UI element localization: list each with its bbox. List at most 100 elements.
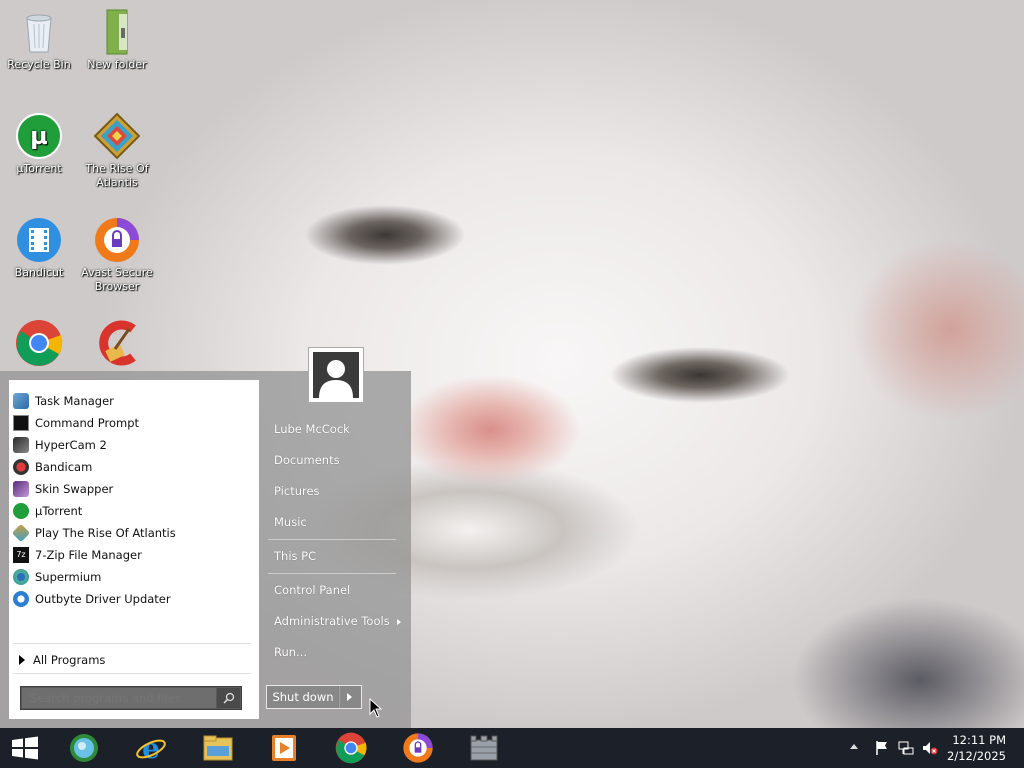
mouse-cursor-icon [369, 698, 383, 718]
program-item-rise-of-atlantis[interactable]: Play The Rise Of Atlantis [9, 522, 255, 544]
search-icon [223, 692, 234, 704]
taskbar: e 12:11 PM 2/12/2025 [0, 728, 1024, 768]
taskbar-file-explorer[interactable] [190, 728, 246, 768]
program-item-label: Bandicam [35, 460, 93, 474]
file-explorer-icon [203, 735, 233, 761]
program-item-label: Task Manager [35, 394, 114, 408]
separator [268, 539, 396, 540]
program-item-label: Skin Swapper [35, 482, 114, 496]
this-pc-link[interactable]: This PC [274, 549, 316, 563]
utorrent-icon [13, 503, 29, 519]
ccleaner-icon [93, 319, 141, 367]
folder-icon [93, 8, 141, 56]
program-item-hypercam[interactable]: HyperCam 2 [9, 434, 255, 456]
program-list: Task Manager Command Prompt HyperCam 2 B… [9, 390, 255, 610]
command-prompt-icon [13, 415, 29, 431]
desktop-icon-ccleaner[interactable] [78, 319, 156, 369]
atlantis-game-icon [93, 112, 141, 160]
chrome-icon [15, 319, 63, 367]
outbyte-icon [13, 591, 29, 607]
media-player-icon [70, 734, 98, 762]
desktop-icon-label: The Rise Of Atlantis [85, 162, 149, 189]
start-menu-programs-pane: Task Manager Command Prompt HyperCam 2 B… [9, 380, 259, 719]
volume-muted-icon[interactable] [922, 740, 938, 756]
shutdown-options-button[interactable] [338, 685, 362, 709]
user-silhouette-icon [313, 352, 359, 398]
documents-link[interactable]: Documents [274, 453, 340, 467]
music-link[interactable]: Music [274, 515, 307, 529]
castle-game-icon [470, 735, 498, 761]
separator [13, 643, 251, 644]
system-clock[interactable]: 12:11 PM 2/12/2025 [947, 732, 1006, 764]
action-center-flag-icon[interactable] [874, 740, 890, 756]
separator [268, 573, 396, 574]
all-programs-button[interactable]: All Programs [19, 653, 105, 667]
program-item-skin-swapper[interactable]: Skin Swapper [9, 478, 255, 500]
program-item-label: Outbyte Driver Updater [35, 592, 171, 606]
desktop-icon-recycle-bin[interactable]: Recycle Bin [0, 8, 78, 72]
utorrent-icon: µ [15, 112, 63, 160]
bandicam-icon [13, 459, 29, 475]
desktop-icon-label: µTorrent [16, 162, 62, 175]
program-item-supermium[interactable]: Supermium [9, 566, 255, 588]
taskbar-media-player[interactable] [56, 728, 112, 768]
chevron-right-icon [397, 618, 402, 625]
program-item-task-manager[interactable]: Task Manager [9, 390, 255, 412]
all-programs-label: All Programs [33, 653, 106, 667]
desktop-icon-bandicut[interactable]: Bandicut [0, 216, 78, 280]
desktop-icon-new-folder[interactable]: New folder [78, 8, 156, 72]
pictures-link[interactable]: Pictures [274, 484, 320, 498]
taskbar-internet-explorer[interactable]: e [123, 728, 179, 768]
internet-explorer-icon: e [136, 732, 166, 764]
program-item-label: HyperCam 2 [35, 438, 107, 452]
desktop-icon-label: Avast Secure Browser [81, 266, 153, 293]
user-name-link[interactable]: Lube McCock [274, 422, 350, 436]
search-input[interactable] [22, 688, 217, 708]
taskbar-avast-browser[interactable] [390, 728, 446, 768]
administrative-tools-label: Administrative Tools [274, 614, 390, 628]
desktop-icon-utorrent[interactable]: µ µTorrent [0, 112, 78, 176]
program-item-outbyte[interactable]: Outbyte Driver Updater [9, 588, 255, 610]
program-item-label: µTorrent [35, 504, 83, 518]
program-item-label: Supermium [35, 570, 102, 584]
taskbar-castle-game[interactable] [456, 728, 512, 768]
shutdown-button[interactable]: Shut down [266, 685, 340, 709]
program-item-utorrent[interactable]: µTorrent [9, 500, 255, 522]
video-player-icon [272, 735, 296, 761]
skin-swapper-icon [13, 481, 29, 497]
desktop-icon-rise-of-atlantis[interactable]: The Rise Of Atlantis [78, 112, 156, 190]
control-panel-link[interactable]: Control Panel [274, 583, 350, 597]
atlantis-game-icon [11, 523, 31, 543]
program-item-label: 7-Zip File Manager [35, 548, 142, 562]
avast-browser-icon [93, 216, 141, 264]
program-item-command-prompt[interactable]: Command Prompt [9, 412, 255, 434]
desktop-icon-avast-browser[interactable]: Avast Secure Browser [78, 216, 156, 294]
show-hidden-icons-button[interactable] [850, 744, 860, 752]
svg-text:µ: µ [30, 122, 48, 150]
task-manager-icon [13, 393, 29, 409]
desktop-icon-chrome[interactable] [0, 319, 78, 369]
hypercam-icon [13, 437, 29, 453]
chevron-up-icon [850, 744, 858, 749]
start-button[interactable] [0, 728, 50, 768]
triangle-right-icon [19, 655, 25, 665]
network-icon[interactable] [898, 740, 914, 756]
recycle-bin-icon [15, 8, 63, 56]
search-button[interactable] [217, 688, 240, 708]
chevron-right-icon [347, 693, 352, 701]
7zip-icon: 7z [13, 547, 29, 563]
chrome-icon [335, 732, 367, 764]
separator [13, 673, 251, 674]
desktop-icon-label: New folder [87, 58, 147, 71]
windows-logo-icon [12, 736, 38, 760]
search-box [20, 686, 242, 710]
program-item-bandicam[interactable]: Bandicam [9, 456, 255, 478]
administrative-tools-link[interactable]: Administrative Tools [274, 614, 402, 628]
clock-time: 12:11 PM [952, 733, 1006, 747]
taskbar-video-player[interactable] [256, 728, 312, 768]
user-avatar[interactable] [308, 347, 364, 403]
avast-browser-icon [403, 733, 433, 763]
run-link[interactable]: Run... [274, 645, 307, 659]
taskbar-chrome[interactable] [323, 728, 379, 768]
program-item-7zip[interactable]: 7z 7-Zip File Manager [9, 544, 255, 566]
